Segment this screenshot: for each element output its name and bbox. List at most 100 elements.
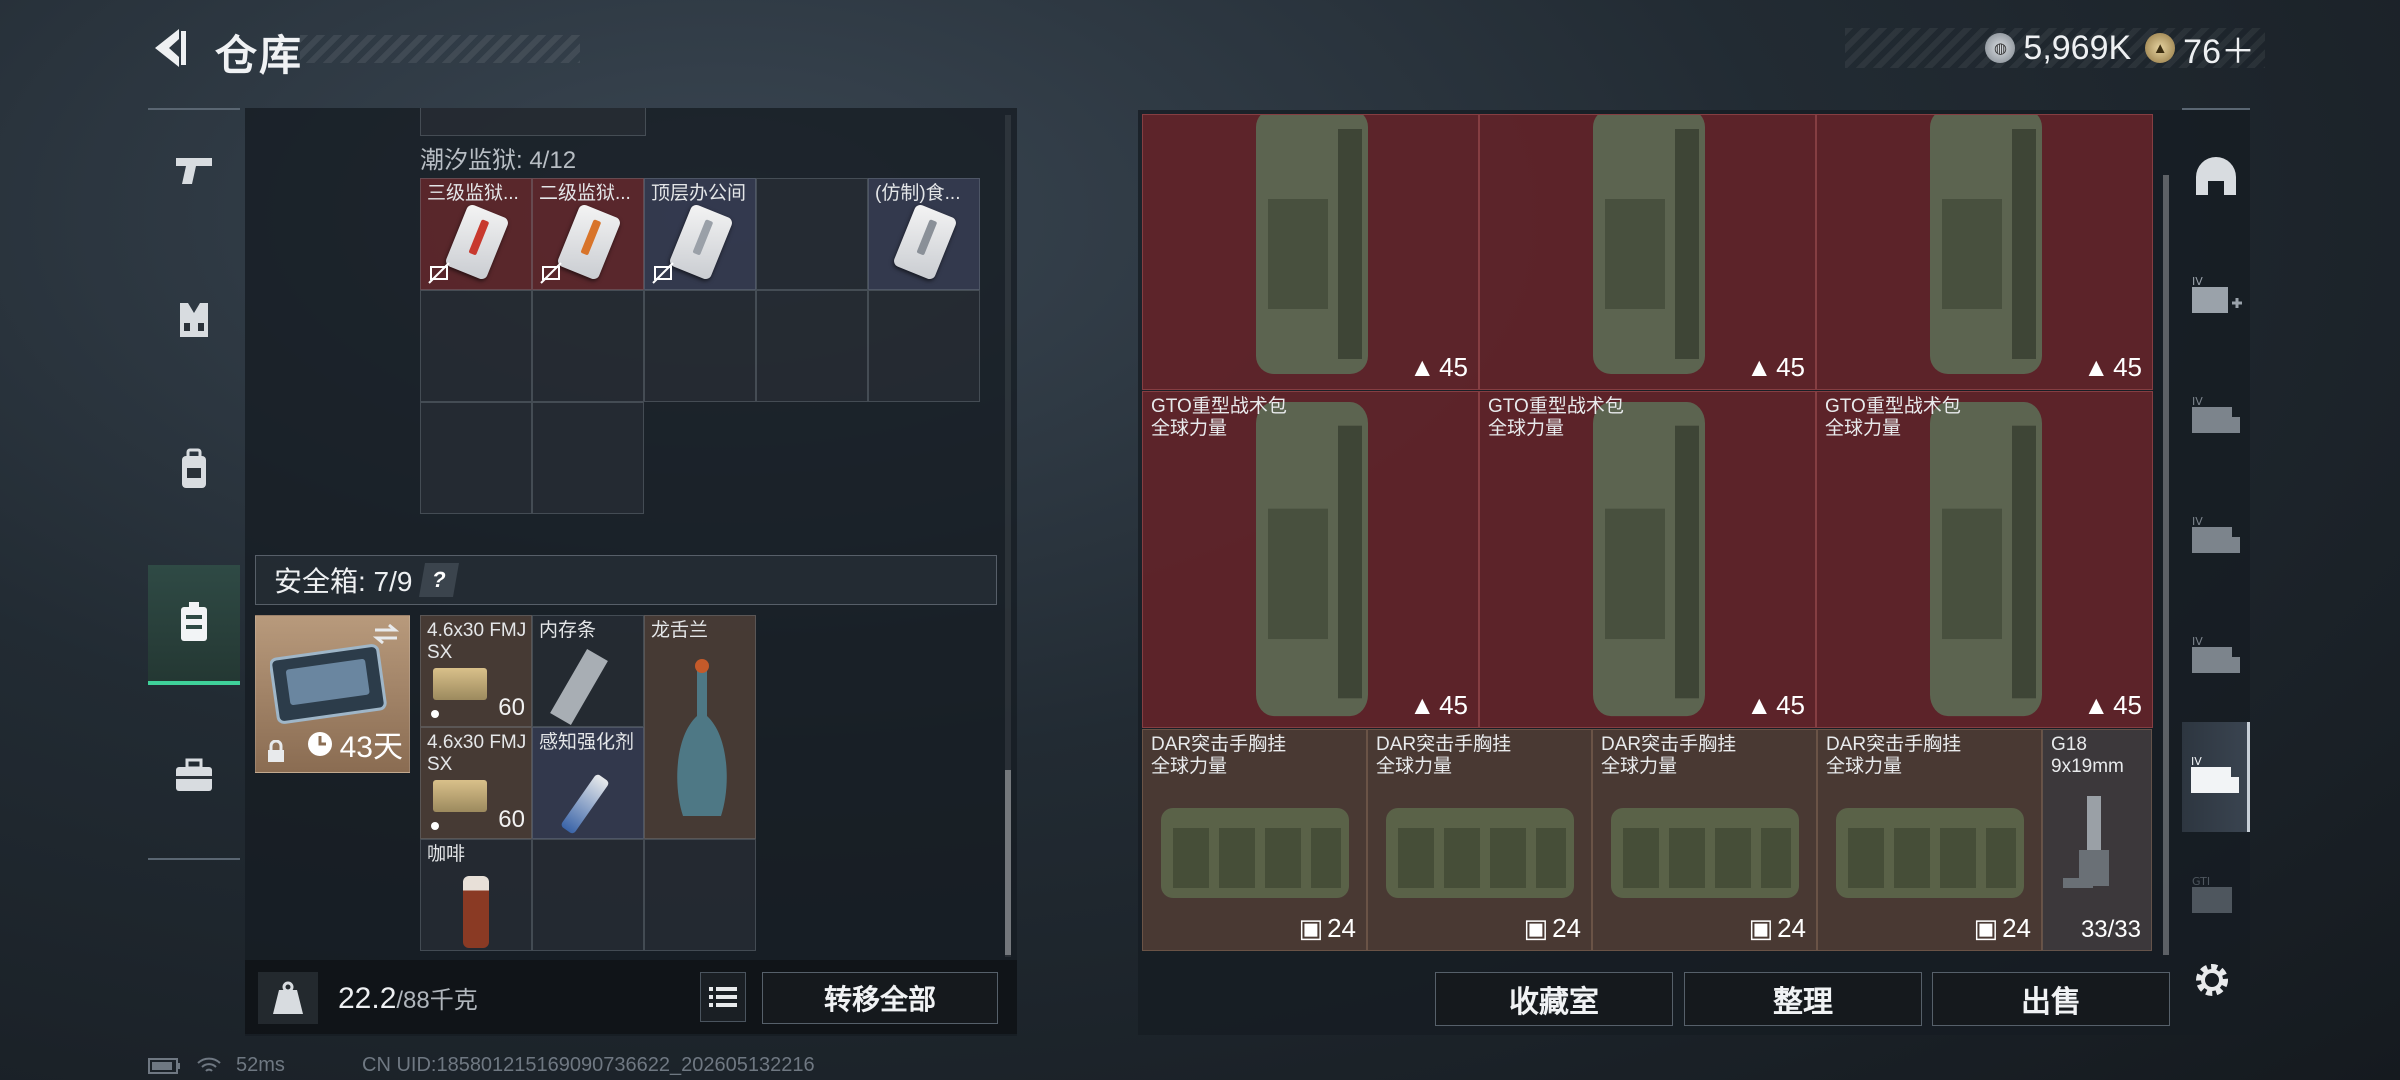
safe-item[interactable]: 感知强化剂 xyxy=(532,727,644,839)
backpack-icon xyxy=(182,448,206,488)
safe-container-icon xyxy=(270,644,387,724)
item-label: DAR突击手胸挂 全球力量 xyxy=(1601,734,1736,778)
capacity-value: 45 xyxy=(2113,690,2142,720)
safe-item[interactable]: 4.6x30 FMJ SX 60 xyxy=(420,615,532,727)
item-label: DAR突击手胸挂 全球力量 xyxy=(1151,734,1286,778)
collection-cell-empty[interactable] xyxy=(420,290,532,402)
stash-item-backpack[interactable]: ▲ 45 xyxy=(1142,114,1479,390)
collection-cell-empty[interactable] xyxy=(420,402,532,514)
dot-icon xyxy=(431,822,439,830)
backpack-icon xyxy=(1256,402,1368,717)
item-label: 顶层办公间 xyxy=(651,183,747,204)
list-view-button[interactable] xyxy=(700,972,746,1022)
safe-item[interactable]: 内存条 xyxy=(532,615,644,727)
keycard-icon xyxy=(444,203,510,281)
item-label: GTO重型战术包 全球力量 xyxy=(1488,396,1624,440)
right-nav-add-storage[interactable]: IV xyxy=(2182,242,2250,352)
currency-secondary[interactable]: ▲ 76＋ xyxy=(2145,24,2255,73)
svg-text:GTI: GTI xyxy=(2192,875,2210,888)
stash-item-pistol[interactable]: G18 9x19mm 33/33 xyxy=(2042,729,2152,951)
right-nav-storage-3[interactable]: IV xyxy=(2182,602,2250,712)
stash-item-chest-rig[interactable]: DAR突击手胸挂 全球力量 ▣ 24 xyxy=(1367,729,1592,951)
item-label: 龙舌兰 xyxy=(651,620,709,641)
svg-text:IV: IV xyxy=(2191,755,2202,768)
capacity-value: 24 xyxy=(1777,913,1806,943)
stash-item-backpack[interactable]: ▲ 45 xyxy=(1479,114,1816,390)
stash-item-backpack[interactable]: GTO重型战术包 全球力量 ▲ 45 xyxy=(1816,391,2153,728)
transfer-all-button[interactable]: 转移全部 xyxy=(762,972,998,1024)
stash-item-chest-rig[interactable]: DAR突击手胸挂 全球力量 ▣ 24 xyxy=(1142,729,1367,951)
svg-text:IV: IV xyxy=(2192,395,2203,408)
inventory-scroll-thumb[interactable] xyxy=(1005,770,1011,955)
collection-cell[interactable]: (仿制)食... xyxy=(868,178,980,290)
svg-text:IV: IV xyxy=(2192,275,2203,288)
left-nav xyxy=(148,108,240,860)
nav-briefcase[interactable] xyxy=(148,715,240,835)
item-label: 4.6x30 FMJ SX xyxy=(427,620,527,663)
storage-active-icon: IV xyxy=(2190,755,2239,793)
stash-item-backpack[interactable]: ▲ 45 xyxy=(1816,114,2153,390)
safe-cell-empty[interactable] xyxy=(532,839,644,951)
help-button[interactable]: ? xyxy=(419,563,460,597)
gear-icon xyxy=(2196,964,2228,996)
item-label: G18 9x19mm xyxy=(2051,734,2124,778)
safe-cell-empty[interactable] xyxy=(644,839,756,951)
collection-room-button[interactable]: 收藏室 xyxy=(1435,972,1673,1026)
organize-button[interactable]: 整理 xyxy=(1684,972,1922,1026)
collection-cell-empty[interactable] xyxy=(644,290,756,402)
pistol-icon xyxy=(2063,796,2109,888)
collection-cell[interactable]: 三级监狱... xyxy=(420,178,532,290)
item-capacity: ▲ 45 xyxy=(1746,352,1805,383)
item-name: GTO重型战术包 xyxy=(1151,396,1287,417)
backpack-icon xyxy=(1593,115,1705,374)
battery-icon xyxy=(148,1057,180,1074)
memory-stick-icon xyxy=(550,648,608,726)
capacity-icon: ▣ xyxy=(1298,913,1324,943)
collection-cell-empty[interactable] xyxy=(868,290,980,402)
capacity-icon: ▣ xyxy=(1973,913,1999,943)
nav-weapons[interactable] xyxy=(148,110,240,230)
nav-safe-case[interactable] xyxy=(148,565,240,685)
right-nav-storage-1[interactable]: IV xyxy=(2182,362,2250,472)
collection-cell-empty[interactable] xyxy=(756,290,868,402)
helmet-icon xyxy=(2196,157,2236,195)
right-nav-storage-active[interactable]: IV xyxy=(2182,722,2250,832)
weight-max: /88千克 xyxy=(396,987,478,1014)
keycard-icon xyxy=(892,203,958,281)
collection-cell-empty[interactable] xyxy=(756,178,868,290)
safe-box-label: 安全箱: 7/9 xyxy=(274,566,413,597)
collection-cell[interactable]: 顶层办公间 xyxy=(644,178,756,290)
item-faction: 全球力量 xyxy=(1825,418,1902,439)
right-nav: IV IV IV IV IV GTI xyxy=(2182,108,2250,948)
nav-backpack[interactable] xyxy=(148,410,240,530)
safe-item[interactable]: 龙舌兰 xyxy=(644,615,756,839)
collection-cell[interactable]: 二级监狱... xyxy=(532,178,644,290)
right-nav-storage-locked[interactable]: GTI xyxy=(2182,842,2250,952)
stash-item-chest-rig[interactable]: DAR突击手胸挂 全球力量 ▣ 24 xyxy=(1817,729,2042,951)
swap-icon[interactable] xyxy=(371,622,401,646)
currency-bar: ◍ 5,969K ▲ 76＋ xyxy=(1845,28,2265,71)
collection-cell-empty[interactable] xyxy=(532,290,644,402)
capacity-icon: ▲ xyxy=(2083,352,2110,382)
settings-button[interactable] xyxy=(2184,952,2240,1008)
chest-rig-icon xyxy=(1836,808,2024,898)
collection-cell-empty[interactable] xyxy=(532,402,644,514)
no-carry-icon xyxy=(652,262,674,284)
weight-icon xyxy=(258,972,318,1024)
currency-primary-value: 5,969K xyxy=(2023,28,2132,67)
safe-box-item[interactable]: 43天 xyxy=(255,615,410,773)
stash-scrollbar[interactable] xyxy=(2163,175,2169,955)
right-nav-storage-2[interactable]: IV xyxy=(2182,482,2250,592)
nav-vest[interactable] xyxy=(148,260,240,380)
safe-item[interactable]: 4.6x30 FMJ SX 60 xyxy=(420,727,532,839)
keycard-icon xyxy=(668,203,734,281)
sell-button[interactable]: 出售 xyxy=(1932,972,2170,1026)
backpack-icon xyxy=(1930,402,2042,717)
capacity-icon: ▲ xyxy=(2083,690,2110,720)
stash-item-chest-rig[interactable]: DAR突击手胸挂 全球力量 ▣ 24 xyxy=(1592,729,1817,951)
stash-item-backpack[interactable]: GTO重型战术包 全球力量 ▲ 45 xyxy=(1479,391,1816,728)
safe-item[interactable]: 咖啡 xyxy=(420,839,532,951)
right-nav-equipment[interactable] xyxy=(2182,122,2250,232)
stash-item-backpack[interactable]: GTO重型战术包 全球力量 ▲ 45 xyxy=(1142,391,1479,728)
back-button[interactable] xyxy=(145,22,195,74)
